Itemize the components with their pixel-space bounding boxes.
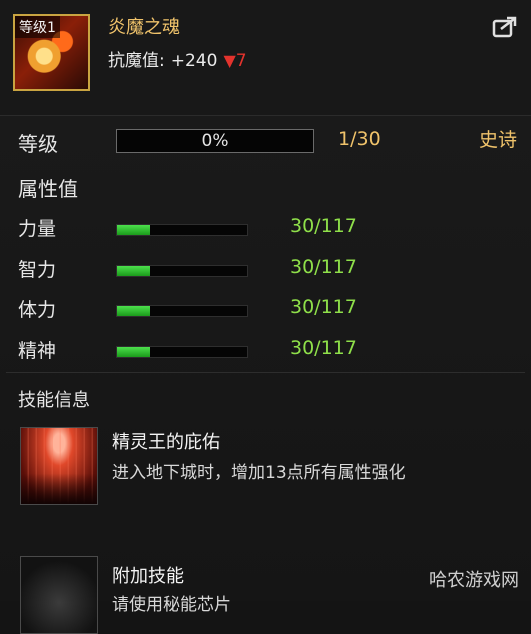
- attribute-bar: [116, 224, 248, 236]
- export-icon[interactable]: [492, 16, 518, 38]
- item-name: 炎魔之魂: [108, 17, 180, 38]
- attribute-bar: [116, 305, 248, 317]
- stat-change: 7: [235, 51, 247, 71]
- item-icon[interactable]: 等级1: [13, 14, 90, 91]
- level-label: 等级: [18, 132, 58, 156]
- item-detail-panel: 等级1 炎魔之魂 抗魔值: +240 ▼7 等级 0% 1/30 史诗 属性值 力量…: [0, 0, 531, 634]
- item-level-badge: 等级1: [15, 16, 60, 38]
- attribute-name: 力量: [18, 218, 57, 240]
- stat-label: 抗魔值:: [108, 51, 165, 71]
- item-stat: 抗魔值: +240 ▼7: [108, 46, 247, 71]
- attribute-name: 智力: [18, 259, 57, 281]
- attribute-bar-fill: [117, 347, 151, 357]
- rarity-label: 史诗: [478, 129, 517, 151]
- stat-value: +240: [170, 51, 218, 71]
- skill-name: 精灵王的庇佑: [112, 432, 220, 453]
- attribute-name: 精神: [18, 340, 57, 362]
- attribute-bar-fill: [117, 225, 151, 235]
- attribute-value: 30/117: [290, 215, 357, 237]
- skill-description: 请使用秘能芯片: [112, 595, 231, 615]
- attribute-bar-fill: [117, 306, 151, 316]
- attribute-row-vitality: 体力 30/117: [0, 293, 531, 327]
- attribute-value: 30/117: [290, 296, 357, 318]
- level-progress-bar: 0%: [116, 129, 314, 153]
- item-header: 等级1 炎魔之魂 抗魔值: +240 ▼7: [0, 0, 531, 116]
- attribute-row-strength: 力量 30/117: [0, 212, 531, 246]
- section-divider: [6, 372, 525, 373]
- attribute-name: 体力: [18, 299, 57, 321]
- level-progress-text: 0%: [201, 131, 229, 151]
- skill-description: 进入地下城时，增加13点所有属性强化: [112, 463, 406, 483]
- level-count: 1/30: [338, 128, 381, 150]
- attribute-bar-fill: [117, 266, 151, 276]
- decrease-arrow-icon: ▼: [223, 51, 236, 70]
- attributes-title: 属性值: [18, 177, 78, 201]
- attribute-value: 30/117: [290, 256, 357, 278]
- attribute-row-intelligence: 智力 30/117: [0, 253, 531, 287]
- skills-title: 技能信息: [18, 390, 90, 411]
- attribute-row-spirit: 精神 30/117: [0, 334, 531, 368]
- level-row: 等级 0% 1/30 史诗: [0, 124, 531, 160]
- skill-name: 附加技能: [112, 566, 184, 587]
- attribute-bar: [116, 346, 248, 358]
- watermark: 哈农游戏网: [429, 570, 519, 591]
- attribute-value: 30/117: [290, 337, 357, 359]
- additional-skill-icon[interactable]: [20, 556, 98, 634]
- attribute-bar: [116, 265, 248, 277]
- skill-icon[interactable]: [20, 427, 98, 505]
